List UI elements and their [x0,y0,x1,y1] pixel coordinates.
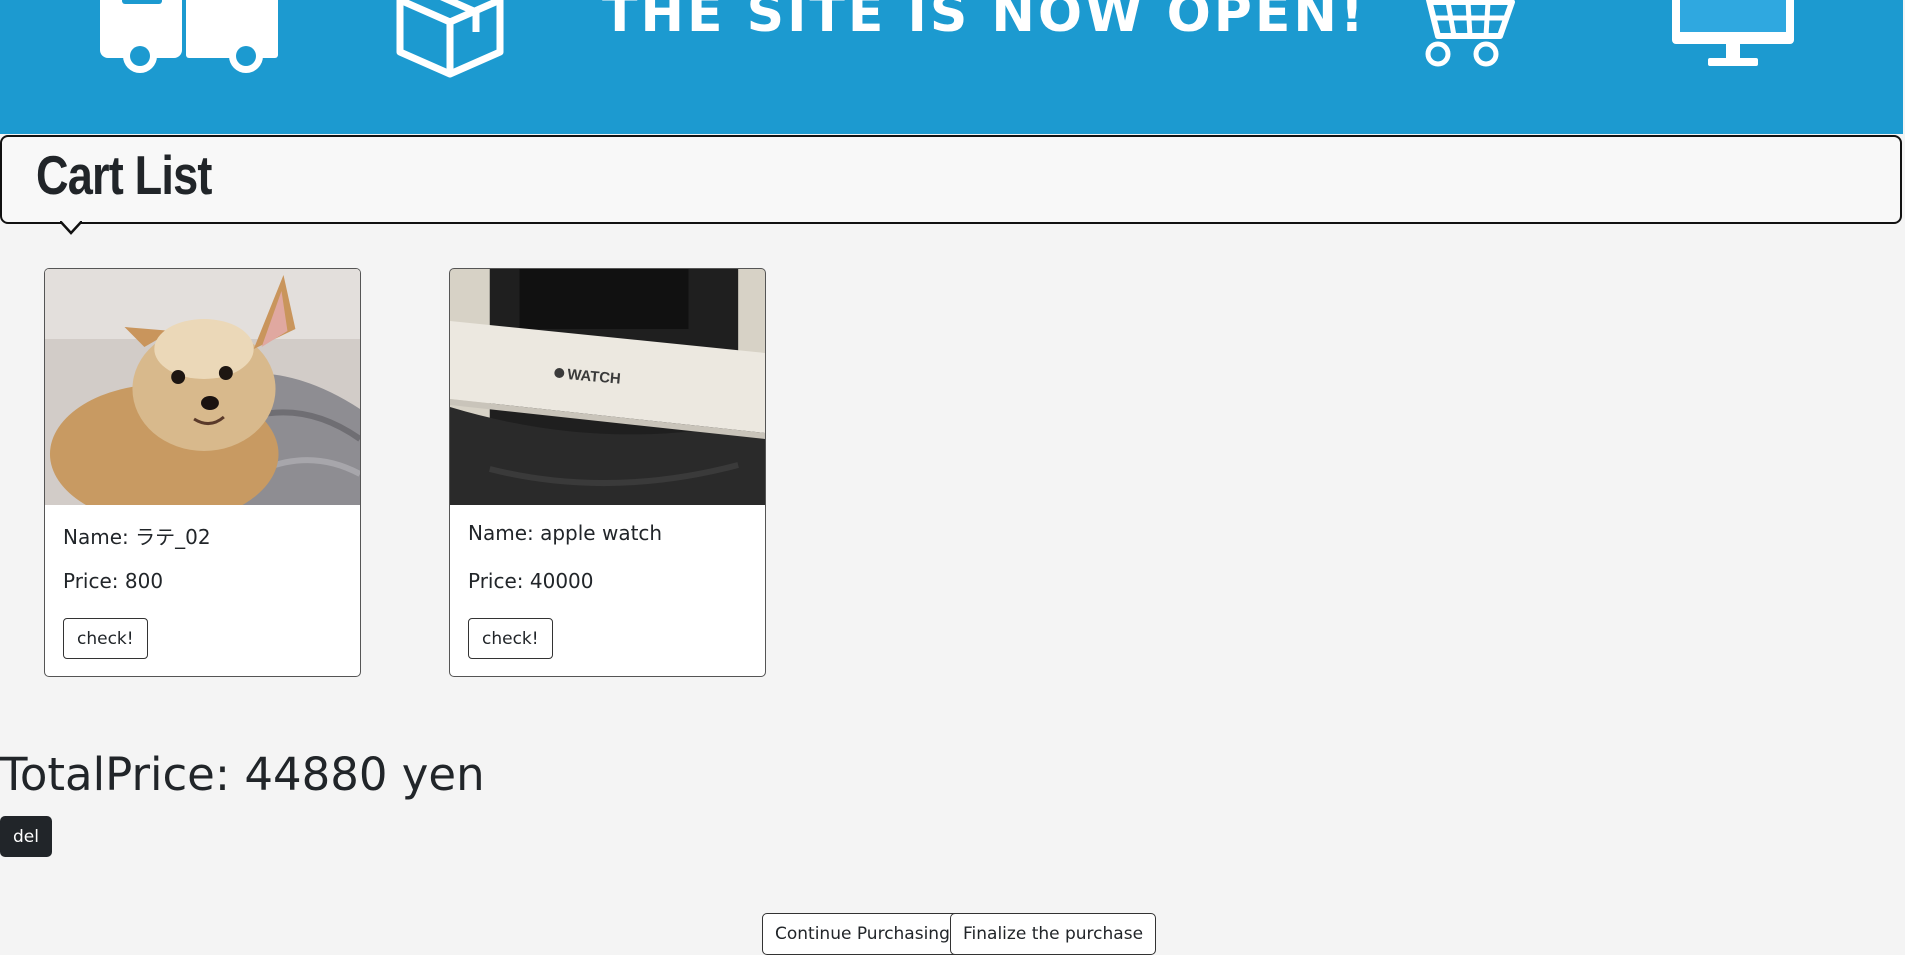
box-icon [396,0,504,78]
check-button[interactable]: check! [63,618,148,659]
heading-tail [60,221,82,235]
finalize-purchase-button[interactable]: Finalize the purchase [950,913,1157,955]
item-name: Name: ラテ_02 [63,525,211,549]
truck-icon [100,0,278,73]
item-name: Name: apple watch [468,521,663,545]
dog-photo [45,269,360,505]
monitor-icon [1672,0,1794,66]
apple-watch-box-photo: WATCH [450,269,765,505]
banner-announcement: THE SITE IS NOW OPEN! [602,0,1367,44]
total-price: TotalPrice: 44880 yen [0,748,485,801]
item-price: Price: 40000 [468,569,594,593]
continue-purchasing-button[interactable]: Continue Purchasing [762,913,963,955]
heading-box [0,135,1902,224]
site-banner: THE SITE IS NOW OPEN! [0,0,1903,134]
delete-button[interactable]: del [0,816,52,857]
cart-item-card: WATCH Name: apple watch Price: 40000 che… [449,268,766,677]
cart-item-card: Name: ラテ_02 Price: 800 check! [44,268,361,677]
page-title: Cart List [36,144,212,206]
cart-icon [1425,0,1515,67]
check-button[interactable]: check! [468,618,553,659]
item-price: Price: 800 [63,569,164,593]
